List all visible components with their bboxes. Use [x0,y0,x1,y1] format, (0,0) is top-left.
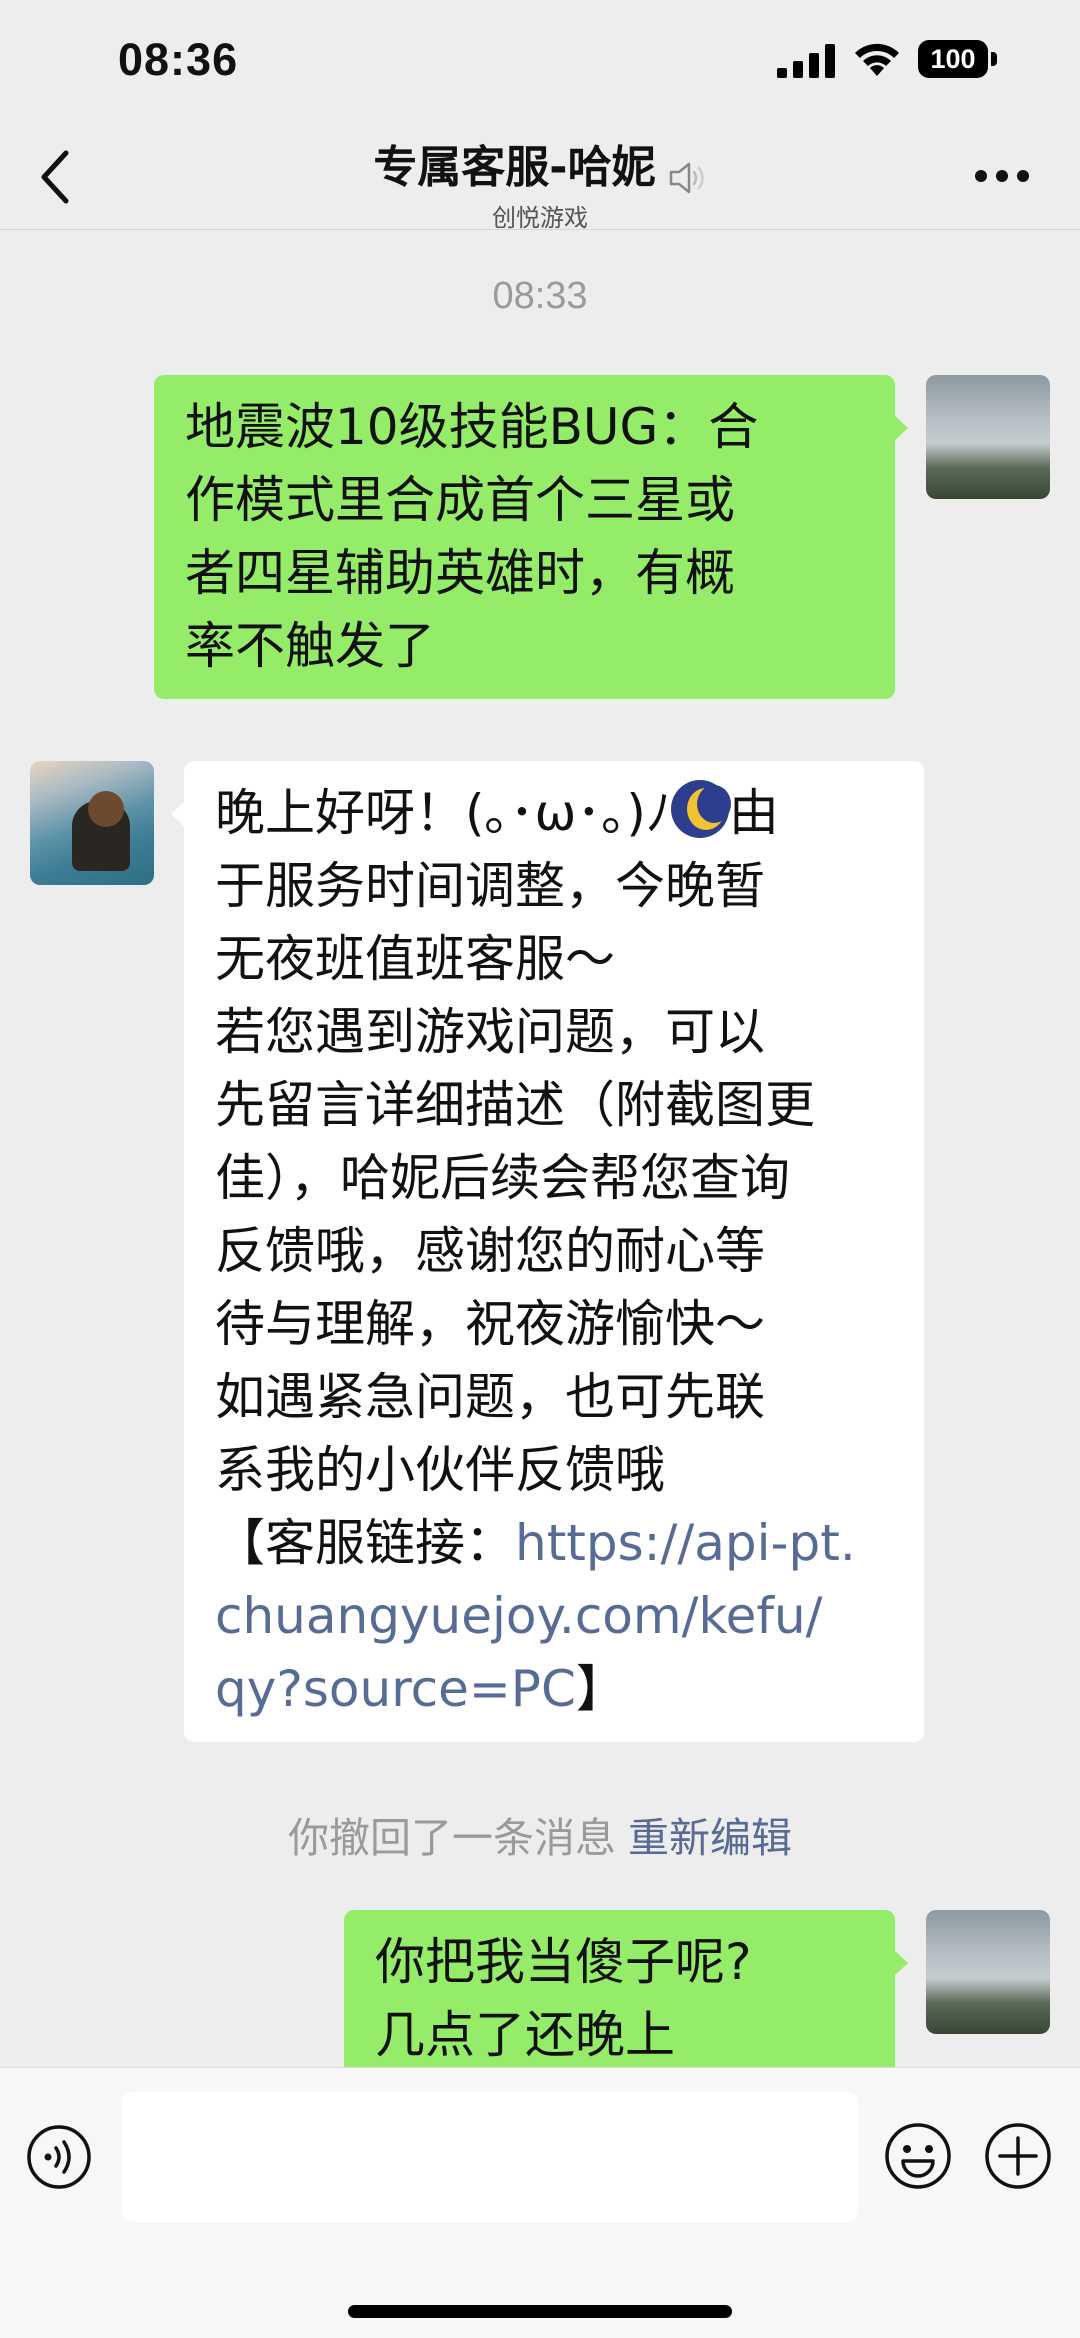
my-avatar[interactable] [926,375,1050,499]
message-line: 系我的小伙伴反馈哦 [215,1441,665,1499]
crescent-moon-emoji [670,780,731,838]
message-line: 无夜班值班客服～ [215,930,615,988]
chat-timestamp: 08:33 [492,275,588,317]
chat-subtitle: 创悦游戏 [492,203,588,232]
recall-text: 你撤回了一条消息 [288,1814,616,1862]
chat-title[interactable]: 专属客服-哈妮 [373,131,655,195]
re-edit-link[interactable]: 重新编辑 [628,1814,792,1862]
message-line: 者四星辅助英雄时，有概 [185,544,735,602]
nav-bar: 专属客服-哈妮 创悦游戏 [0,125,1080,233]
plus-icon[interactable] [984,2122,1052,2190]
home-indicator[interactable] [348,2305,732,2318]
message-line: 【客服链接：https://api-pt. [215,1514,856,1572]
support-link[interactable]: chuangyuejoy.com/kefu/ [215,1580,893,1653]
status-bar: 08:36 100 [0,0,1080,125]
voice-icon[interactable] [26,2124,92,2190]
recall-notice: 你撤回了一条消息 重新编辑 [0,1804,1080,1864]
message-line: 于服务时间调整，今晚暂 [215,857,765,915]
status-time: 08:36 [118,34,239,85]
battery-icon: 100 [918,40,998,78]
my-avatar[interactable] [926,1910,1050,2034]
agent-message-bubble[interactable]: 晚上好呀！(｡･ω･｡)ﾉ由 于服务时间调整，今晚暂 无夜班值班客服～ 若您遇到… [171,761,924,1742]
agent-avatar[interactable] [30,761,154,885]
more-dots-icon[interactable] [974,169,1030,183]
message-line: qy?source=PC】 [215,1660,626,1718]
mute-icon [669,162,704,193]
message-line: 佳），哈妮后续会帮您查询 [215,1149,790,1207]
message-line: 率不触发了 [185,617,435,675]
message-line: 晚上好呀！(｡･ω･｡)ﾉ由 [215,777,893,850]
support-link[interactable]: https://api-pt. [515,1514,856,1572]
signal-icon [777,44,835,78]
emoji-icon[interactable] [884,2122,952,2190]
message-line: 地震波10级技能BUG：合 [185,398,759,456]
input-bar [0,2067,1080,2338]
battery-level: 100 [918,40,988,78]
message-line: 反馈哦，感谢您的耐心等 [215,1222,765,1280]
message-line: 作模式里合成首个三星或 [185,471,735,529]
message-line: 待与理解，祝夜游愉快～ [215,1295,765,1353]
nav-title-block: 专属客服-哈妮 创悦游戏 [0,125,1080,233]
my-message-bubble[interactable]: 地震波10级技能BUG：合 作模式里合成首个三星或 者四星辅助英雄时，有概 率不… [154,375,908,699]
message-line: 先留言详细描述（附截图更 [215,1076,815,1134]
message-line: 几点了还晚上 [375,2006,675,2064]
wifi-icon [855,43,899,76]
message-line: 如遇紧急问题，也可先联 [215,1368,765,1426]
support-link[interactable]: qy?source=PC [215,1660,576,1718]
message-line: 若您遇到游戏问题，可以 [215,1003,765,1061]
my-message-bubble[interactable]: 你把我当傻子呢? 几点了还晚上 [344,1910,908,2090]
message-input[interactable] [122,2092,858,2222]
message-line: 你把我当傻子呢? [375,1933,752,1991]
